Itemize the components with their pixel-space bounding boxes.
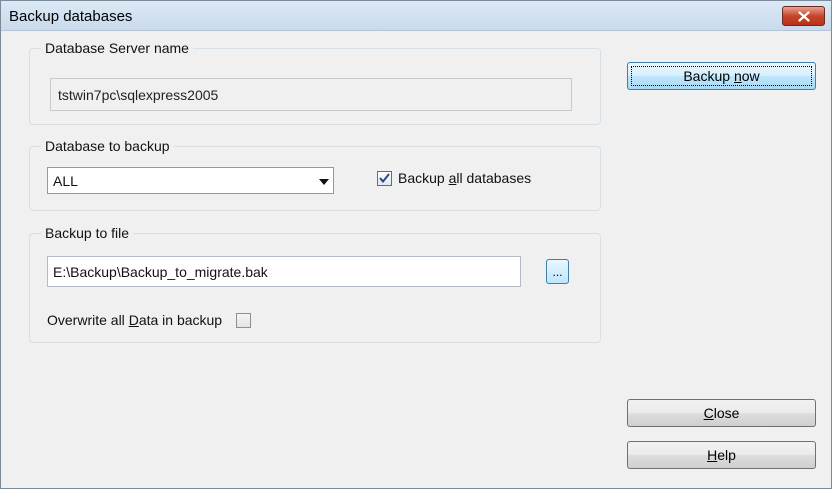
help-label: Help xyxy=(707,447,736,463)
overwrite-checkbox[interactable] xyxy=(236,312,252,328)
server-name-legend: Database Server name xyxy=(41,40,193,56)
close-icon[interactable] xyxy=(782,6,825,26)
close-button[interactable]: Close xyxy=(627,399,816,427)
database-select-value: ALL xyxy=(53,173,78,189)
file-legend: Backup to file xyxy=(41,225,134,241)
backup-all-checkbox-row[interactable]: Backup all databases xyxy=(377,170,531,186)
database-legend: Database to backup xyxy=(41,138,174,154)
backup-databases-dialog: Backup databases Database Server name ts… xyxy=(0,0,832,489)
window-title: Backup databases xyxy=(9,8,133,25)
close-label: Close xyxy=(703,405,740,421)
overwrite-checkbox-row[interactable]: Overwrite all Data in backup xyxy=(47,312,252,328)
chevron-down-icon[interactable] xyxy=(319,179,329,185)
backup-now-button[interactable]: Backup now xyxy=(627,62,816,90)
backup-now-label: Backup now xyxy=(683,68,760,84)
title-bar[interactable]: Backup databases xyxy=(1,1,831,31)
backup-all-checkbox[interactable] xyxy=(377,170,392,186)
backup-file-path-input[interactable]: E:\Backup\Backup_to_migrate.bak xyxy=(47,256,521,287)
checkmark-icon xyxy=(379,173,390,183)
database-select[interactable]: ALL xyxy=(47,167,334,194)
browse-button[interactable]: ... xyxy=(546,259,569,284)
backup-all-label: Backup all databases xyxy=(398,170,532,186)
file-group: Backup to file E:\Backup\Backup_to_migra… xyxy=(29,225,601,343)
server-name-field: tstwin7pc\sqlexpress2005 xyxy=(50,78,572,111)
overwrite-label: Overwrite all Data in backup xyxy=(47,312,223,328)
server-name-group: Database Server name tstwin7pc\sqlexpres… xyxy=(29,40,601,125)
help-button[interactable]: Help xyxy=(627,441,816,469)
database-group: Database to backup ALL Backup all databa… xyxy=(29,138,601,211)
